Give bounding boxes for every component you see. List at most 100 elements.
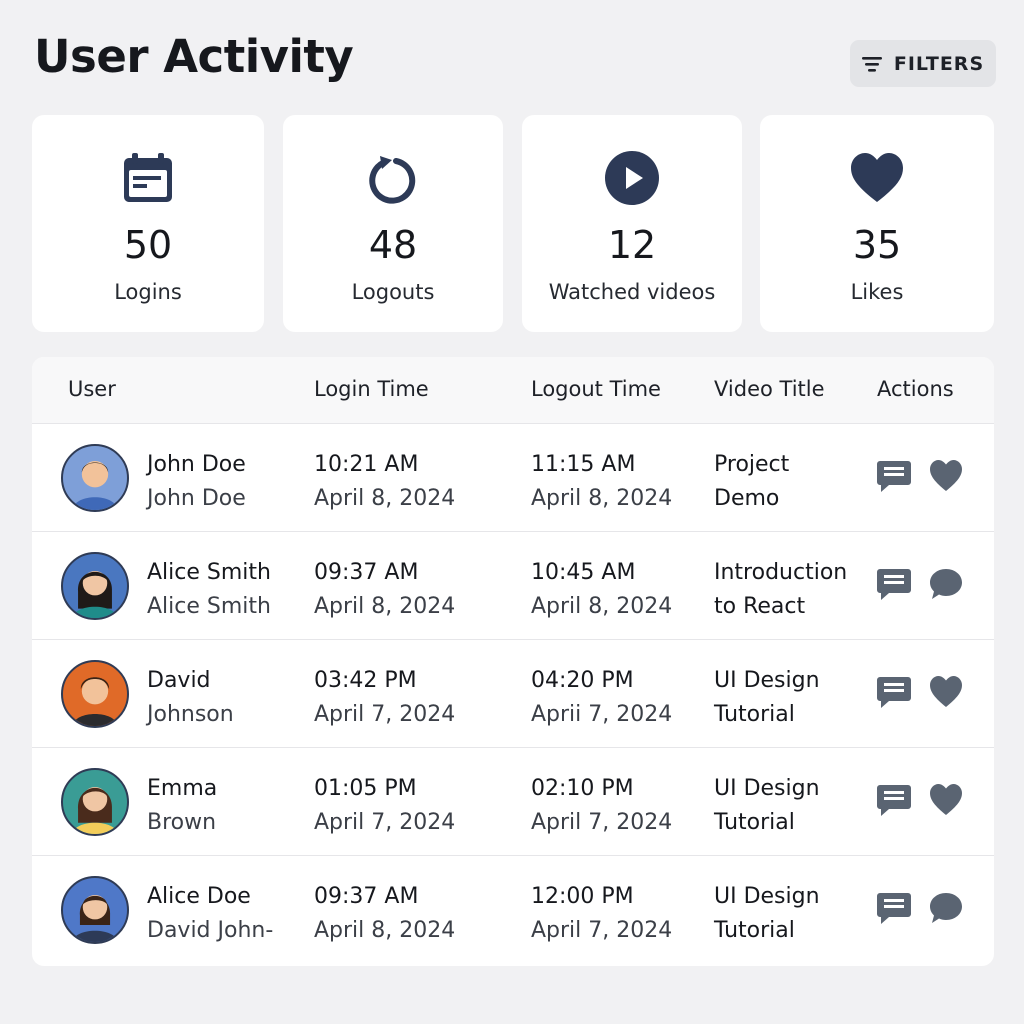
login-time: 01:05 PM [314, 776, 417, 801]
video-title-cell: Introduction to React [714, 556, 847, 624]
calendar-icon [124, 153, 172, 202]
stat-label: Watched videos [548, 280, 716, 304]
logout-time: 04:20 PM [531, 668, 634, 693]
stat-label: Logins [114, 280, 182, 304]
user-cell: David Johnson [147, 664, 234, 732]
user-name: John Doe [147, 452, 246, 477]
video-title-line: Tutorial [714, 918, 795, 943]
login-time-cell: 10:21 AM April 8, 2024 [314, 448, 455, 516]
avatar [61, 660, 129, 728]
login-date: April 8, 2024 [314, 594, 456, 619]
user-subtitle: John Doe [147, 486, 246, 511]
table-row[interactable]: John Doe John Doe 10:21 AM April 8, 2024… [32, 424, 994, 532]
heart-icon[interactable] [928, 674, 964, 710]
column-header-login-time[interactable]: Login Time [314, 377, 429, 401]
stat-label: Likes [850, 280, 904, 304]
login-time: 09:37 AM [314, 560, 419, 585]
video-title-line: to React [714, 594, 806, 619]
table-row[interactable]: David Johnson 03:42 PM April 7, 2024 04:… [32, 640, 994, 748]
comment-icon[interactable] [876, 458, 912, 494]
video-title-line: UI Design [714, 884, 820, 909]
table-header: User Login Time Logout Time Video Title … [32, 357, 994, 424]
stat-card-logouts: 48 Logouts [283, 115, 503, 332]
login-time-cell: 01:05 PM April 7, 2024 [314, 772, 455, 840]
column-header-user[interactable]: User [68, 377, 116, 401]
comment-icon[interactable] [876, 890, 912, 926]
table-row[interactable]: Alice Smith Alice Smith 09:37 AM April 8… [32, 532, 994, 640]
avatar [61, 444, 129, 512]
stat-label: Logouts [351, 280, 435, 304]
heart-icon[interactable] [928, 458, 964, 494]
filters-label: FILTERS [893, 52, 985, 75]
user-cell: Emma Brown [147, 772, 217, 840]
user-subtitle: Alice Smith [147, 594, 271, 619]
video-title-cell: UI Design Tutorial [714, 880, 820, 948]
logout-date: April 7, 2024 [531, 810, 673, 835]
logout-time-cell: 12:00 PM April 7, 2024 [531, 880, 672, 948]
login-time-cell: 09:37 AM April 8, 2024 [314, 880, 455, 948]
login-time-cell: 03:42 PM April 7, 2024 [314, 664, 455, 732]
logout-time-cell: 10:45 AM April 8, 2024 [531, 556, 672, 624]
video-title-line: Tutorial [714, 702, 795, 727]
column-header-video-title[interactable]: Video Title [714, 377, 825, 401]
avatar [61, 876, 129, 944]
stat-value: 50 [123, 223, 173, 267]
login-time: 09:37 AM [314, 884, 419, 909]
user-subtitle: Johnson [147, 702, 234, 727]
heart-icon [851, 153, 903, 202]
stat-card-logins: 50 Logins [32, 115, 264, 332]
refresh-icon [369, 156, 416, 204]
column-header-logout-time[interactable]: Logout Time [531, 377, 661, 401]
table-row[interactable]: Alice Doe David John- 09:37 AM April 8, … [32, 856, 994, 964]
filters-button[interactable]: FILTERS [850, 40, 996, 87]
video-title-cell: UI Design Tutorial [714, 664, 820, 732]
logout-time-cell: 04:20 PM Aprii 7, 2024 [531, 664, 672, 732]
user-name: Alice Doe [147, 884, 251, 909]
video-title-line: Introduction [714, 560, 848, 585]
comment-icon[interactable] [876, 674, 912, 710]
video-title-cell: Project Demo [714, 448, 789, 516]
login-time: 03:42 PM [314, 668, 417, 693]
logout-time-cell: 02:10 PM April 7, 2024 [531, 772, 672, 840]
video-title-line: UI Design [714, 776, 820, 801]
stat-card-likes: 35 Likes [760, 115, 994, 332]
user-name: Alice Smith [147, 560, 271, 585]
login-time: 10:21 AM [314, 452, 419, 477]
heart-icon[interactable] [928, 782, 964, 818]
avatar [61, 768, 129, 836]
play-icon [605, 151, 659, 205]
page-title: User Activity [34, 30, 354, 83]
stat-value: 48 [368, 223, 418, 267]
stat-value: 35 [852, 223, 902, 267]
activity-table: User Login Time Logout Time Video Title … [32, 357, 994, 966]
video-title-line: Tutorial [714, 810, 795, 835]
user-name: Emma [147, 776, 218, 801]
video-title-cell: UI Design Tutorial [714, 772, 820, 840]
user-cell: Alice Doe David John- [147, 880, 273, 948]
login-date: April 8, 2024 [314, 486, 456, 511]
filter-icon [861, 56, 882, 72]
stat-card-watched-videos: 12 Watched videos [522, 115, 742, 332]
video-title-line: Project [714, 452, 790, 477]
login-time-cell: 09:37 AM April 8, 2024 [314, 556, 455, 624]
video-title-line: Demo [714, 486, 780, 511]
logout-time: 12:00 PM [531, 884, 634, 909]
logout-date: April 8, 2024 [531, 486, 673, 511]
logout-time: 10:45 AM [531, 560, 636, 585]
chat-bubble-icon[interactable] [928, 566, 964, 602]
avatar [61, 552, 129, 620]
logout-date: Aprii 7, 2024 [531, 702, 673, 727]
comment-icon[interactable] [876, 782, 912, 818]
logout-time: 02:10 PM [531, 776, 634, 801]
user-cell: Alice Smith Alice Smith [147, 556, 271, 624]
logout-date: April 8, 2024 [531, 594, 673, 619]
chat-bubble-icon[interactable] [928, 890, 964, 926]
login-date: April 7, 2024 [314, 702, 456, 727]
logout-date: April 7, 2024 [531, 918, 673, 943]
comment-icon[interactable] [876, 566, 912, 602]
table-row[interactable]: Emma Brown 01:05 PM April 7, 2024 02:10 … [32, 748, 994, 856]
stat-value: 12 [607, 223, 657, 267]
login-date: April 8, 2024 [314, 918, 456, 943]
user-name: David [147, 668, 211, 693]
logout-time: 11:15 AM [531, 452, 636, 477]
